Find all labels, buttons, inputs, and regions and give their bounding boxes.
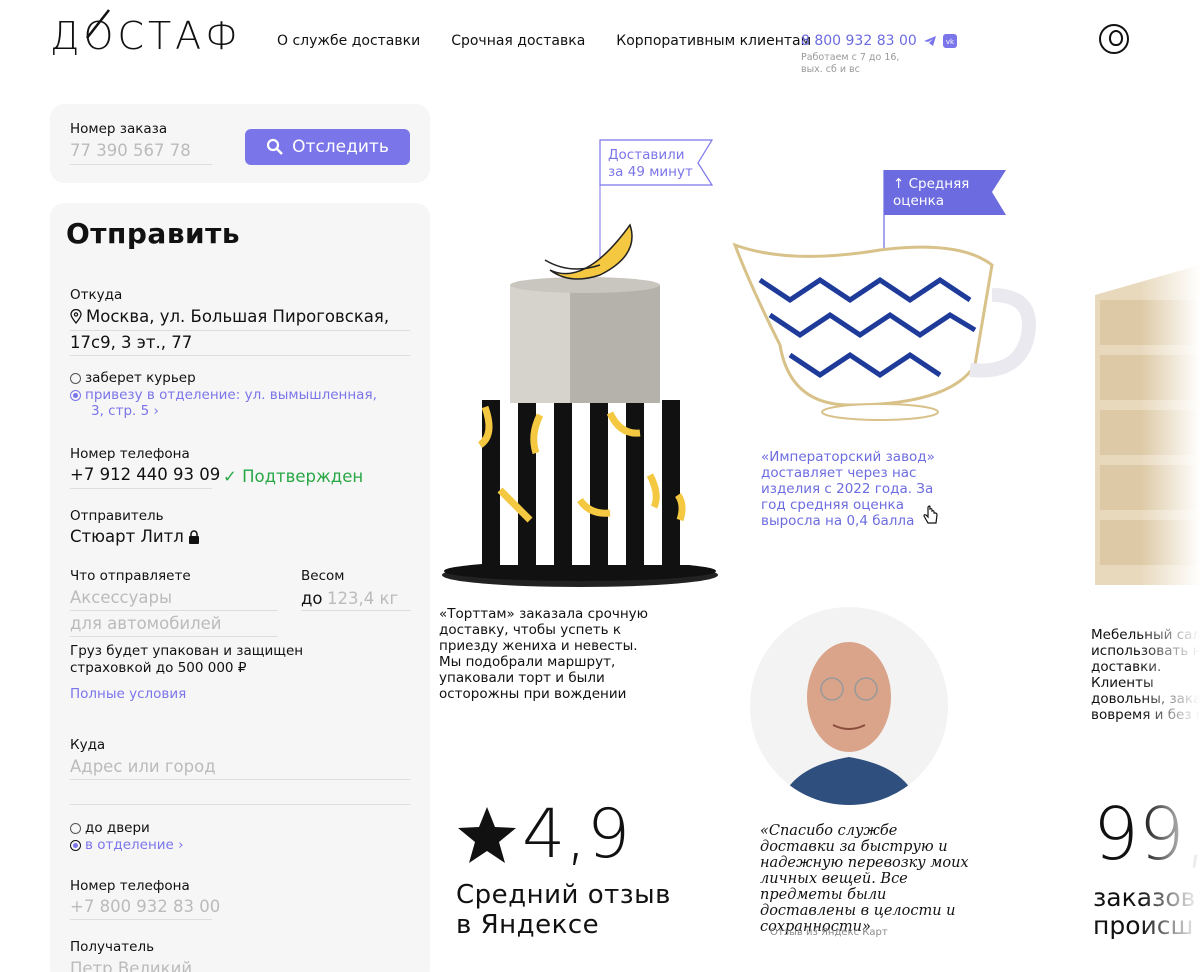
order-number-label: Номер заказа: [70, 121, 168, 137]
telegram-icon[interactable]: [923, 34, 937, 48]
radio-to-office[interactable]: в отделение ›: [70, 837, 184, 853]
phone-confirmed-badge: ✓ Подтвержден: [223, 467, 364, 486]
insurance-text: Груз будет упакован и защищен страховкой…: [70, 643, 304, 676]
star-icon: [458, 806, 516, 863]
to-input[interactable]: Адрес или город: [70, 757, 216, 776]
review-source: Отзыв из Яндекс Карт: [770, 927, 888, 938]
send-form: Отправить Откуда Москва, ул. Большая Пир…: [50, 203, 430, 972]
track-button-label: Отследить: [292, 137, 389, 157]
weight-label: Весом: [301, 568, 345, 584]
phone2-label: Номер телефона: [70, 878, 190, 894]
nav-corporate[interactable]: Корпоративным клиентам: [616, 33, 811, 49]
sender-field: Стюарт Литл: [70, 527, 200, 546]
hand-cursor-icon: [923, 505, 938, 524]
track-button[interactable]: Отследить: [245, 129, 410, 165]
working-hours: Работаем с 7 до 16, вых. сб и вс: [801, 52, 900, 75]
weight-prefix: до: [301, 589, 323, 608]
form-title: Отправить: [66, 217, 241, 250]
main-nav: О службе доставки Срочная доставка Корпо…: [277, 33, 811, 49]
weight-input[interactable]: 123,4 кг: [327, 589, 398, 608]
phone-link[interactable]: 8 800 932 83 00: [801, 33, 917, 49]
from-value-line2: 17с9, 3 эт., 77: [70, 333, 193, 352]
from-input[interactable]: Москва, ул. Большая Пироговская,: [70, 307, 389, 326]
radio-courier[interactable]: заберет курьер: [70, 370, 196, 386]
what-label: Что отправляете: [70, 568, 191, 584]
cake-image: [442, 139, 718, 587]
phone-label: Номер телефона: [70, 446, 190, 462]
review-quote: «Спасибо службе доставки за быструю и на…: [760, 823, 969, 935]
contact-block: 8 800 932 83 00 vk Работаем с 7 до 16, в…: [801, 33, 957, 76]
rating-number: 4,9: [522, 795, 631, 874]
recipient-input[interactable]: Петр Великий: [70, 959, 192, 972]
radio-door[interactable]: до двери: [70, 820, 150, 836]
tracking-panel: Номер заказа 77 390 567 78 Отследить: [50, 104, 430, 183]
sender-label: Отправитель: [70, 508, 164, 524]
flag-rating: ↑ Средняя оценка: [893, 176, 969, 210]
svg-text:vk: vk: [946, 38, 955, 46]
reviewer-avatar: [750, 607, 948, 805]
vk-icon[interactable]: vk: [942, 34, 957, 48]
conditions-link[interactable]: Полные условия: [70, 686, 186, 702]
order-number-input[interactable]: 77 390 567 78: [70, 141, 191, 160]
logo[interactable]: ДО СТАФ: [50, 9, 242, 58]
rating-caption: Средний отзыв в Яндексе: [456, 880, 671, 940]
flag-delivered: Доставили за 49 минут: [608, 147, 693, 181]
phone2-input[interactable]: +7 800 932 83 00: [70, 897, 220, 916]
radio-to-office-label: в отделение ›: [85, 837, 184, 853]
flag-delivered-text: Доставили за 49 минут: [608, 147, 693, 180]
what-input-line2: для автомобилей: [70, 614, 222, 633]
rating-caption-line2: в Яндексе: [456, 910, 600, 940]
phone-input[interactable]: +7 912 440 93 09: [70, 465, 220, 484]
search-icon: [267, 138, 284, 155]
recipient-label: Получатель: [70, 939, 155, 955]
cake-caption: «Торттам» заказала срочную доставку, что…: [439, 606, 648, 702]
to-label: Куда: [70, 737, 106, 753]
rating-caption-line1: Средний отзыв: [456, 880, 671, 910]
from-value-line1: Москва, ул. Большая Пироговская,: [86, 307, 390, 326]
flag-rating-text: ↑ Средняя оценка: [893, 176, 970, 209]
what-input[interactable]: Аксессуары: [70, 588, 172, 607]
nav-urgent[interactable]: Срочная доставка: [451, 33, 585, 49]
radio-door-label: до двери: [85, 820, 150, 836]
sender-value: Стюарт Литл: [70, 527, 184, 546]
location-pin-icon: [70, 309, 82, 324]
porcelain-image: [732, 170, 1036, 421]
radio-office-label: привезу в отделение: ул. вымышленная,: [85, 387, 377, 403]
lock-icon: [188, 529, 199, 544]
radio-courier-label: заберет курьер: [85, 370, 196, 386]
user-icon[interactable]: [1099, 24, 1129, 54]
rating-value: 4,9: [456, 795, 630, 874]
right-edge-fade: [1140, 0, 1200, 972]
radio-office[interactable]: привезу в отделение: ул. вымышленная, 3, …: [70, 387, 377, 419]
nav-about[interactable]: О службе доставки: [277, 33, 420, 49]
radio-office-label-2: 3, стр. 5 ›: [91, 403, 159, 419]
from-label: Откуда: [70, 287, 123, 303]
